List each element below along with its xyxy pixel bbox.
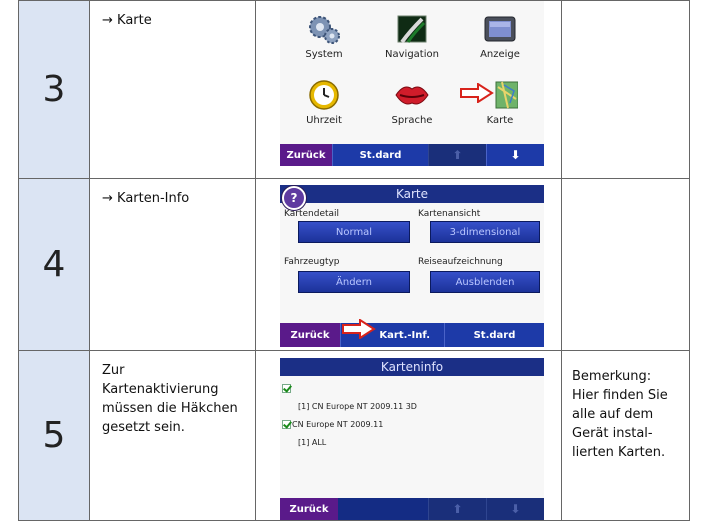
screen-title: Karte xyxy=(395,187,429,201)
note-text xyxy=(562,1,689,17)
step-row-4: 4 → Karten-Info Karte ? Kartendetail Nor… xyxy=(18,178,690,351)
back-button[interactable]: Zurück xyxy=(280,498,338,520)
gears-icon xyxy=(306,13,342,45)
scroll-down-button[interactable]: ⬇ xyxy=(486,144,544,166)
note-text: Bemerkung: Hier finden Sie alle auf dem … xyxy=(572,369,668,460)
step-description: Zur Kartenaktivierung müssen die Häkchen… xyxy=(89,350,256,521)
step-description: → Karten-Info xyxy=(89,178,256,351)
tile-navigation[interactable]: Navigation xyxy=(368,13,456,60)
tile-label: Anzeige xyxy=(480,49,520,60)
step-row-5: 5 Zur Kartenaktivierung müssen die Häkch… xyxy=(18,350,690,521)
note-cell xyxy=(561,0,690,179)
bottom-toolbar: Zurück St.dard ⬆ ⬇ xyxy=(280,144,544,166)
reiseaufzeichnung-button[interactable]: Ausblenden xyxy=(430,271,540,293)
step-number: 4 xyxy=(18,178,90,351)
field-label: Kartenansicht xyxy=(418,209,481,219)
screen-title: Karteninfo xyxy=(380,360,444,374)
settings-grid: System Navigation Anzeige Uhrzeit Sprach… xyxy=(280,1,544,147)
note-text xyxy=(562,179,689,195)
arrow-down-icon: ⬇ xyxy=(510,148,521,162)
tile-anzeige[interactable]: Anzeige xyxy=(456,13,544,60)
note-cell xyxy=(561,178,690,351)
kartendetail-button[interactable]: Normal xyxy=(298,221,410,243)
map-entry: CN Europe NT 2009.11 xyxy=(292,420,384,429)
map-entry: [1] ALL xyxy=(298,438,327,447)
spacer xyxy=(338,498,428,520)
field-label: Reiseaufzeichnung xyxy=(418,257,503,267)
screenshot-cell: Karteninfo [1] CN Europe NT 2009.11 3D C… xyxy=(255,350,562,521)
step-number: 3 xyxy=(18,0,90,179)
back-button[interactable]: Zurück xyxy=(280,144,332,166)
pointer-arrow-icon xyxy=(342,318,376,343)
road-icon xyxy=(394,13,430,45)
tile-label: Uhrzeit xyxy=(306,115,342,126)
device-screen-karte: Karte ? Kartendetail Normal Kartenansich… xyxy=(280,185,544,347)
standard-button[interactable]: St.dard xyxy=(444,323,544,347)
map-checkbox[interactable] xyxy=(282,384,291,393)
bottom-toolbar: Zurück Kart.-Inf. St.dard xyxy=(280,323,544,347)
device-screen-karteninfo: Karteninfo [1] CN Europe NT 2009.11 3D C… xyxy=(280,358,544,520)
step-text: Zur Kartenaktivierung müssen die Häkchen… xyxy=(102,363,238,435)
kartenansicht-button[interactable]: 3-dimensional xyxy=(430,221,540,243)
bottom-toolbar: Zurück ⬆ ⬇ xyxy=(280,498,544,520)
step-text: → Karten-Info xyxy=(102,191,190,206)
monitor-icon xyxy=(482,13,518,45)
screenshot-cell: Karte ? Kartendetail Normal Kartenansich… xyxy=(255,178,562,351)
screen-title-bar: Karteninfo xyxy=(280,358,544,376)
clock-icon xyxy=(306,79,342,111)
tile-sprache[interactable]: Sprache xyxy=(368,79,456,126)
standard-button[interactable]: St.dard xyxy=(332,144,428,166)
tile-system[interactable]: System xyxy=(280,13,368,60)
step-text: → Karte xyxy=(102,13,152,28)
arrow-down-icon: ⬇ xyxy=(510,502,521,516)
pointer-arrow-icon xyxy=(460,82,494,107)
step-row-3: 3 → Karte System Navigation Anzeige Uhrz… xyxy=(18,0,690,179)
map-checkbox[interactable] xyxy=(282,420,291,429)
note-cell: Bemerkung: Hier finden Sie alle auf dem … xyxy=(561,350,690,521)
tile-label: Karte xyxy=(486,115,514,126)
tile-label: Navigation xyxy=(385,49,439,60)
step-description: → Karte xyxy=(89,0,256,179)
screenshot-cell: System Navigation Anzeige Uhrzeit Sprach… xyxy=(255,0,562,179)
arrow-up-icon: ⬆ xyxy=(452,502,463,516)
instruction-table: 3 → Karte System Navigation Anzeige Uhrz… xyxy=(18,0,690,521)
help-icon[interactable]: ? xyxy=(282,186,306,210)
tile-label: System xyxy=(305,49,343,60)
fahrzeugtyp-button[interactable]: Ändern xyxy=(298,271,410,293)
device-screen-settings: System Navigation Anzeige Uhrzeit Sprach… xyxy=(280,1,544,166)
field-label: Fahrzeugtyp xyxy=(284,257,340,267)
screen-title-bar: Karte xyxy=(280,185,544,203)
scroll-up-button[interactable]: ⬆ xyxy=(428,144,486,166)
lips-icon xyxy=(394,79,430,111)
map-entry: [1] CN Europe NT 2009.11 3D xyxy=(298,402,417,411)
scroll-up-button[interactable]: ⬆ xyxy=(428,498,486,520)
step-number: 5 xyxy=(18,350,90,521)
tile-label: Sprache xyxy=(391,115,433,126)
back-button[interactable]: Zurück xyxy=(280,323,340,347)
scroll-down-button[interactable]: ⬇ xyxy=(486,498,544,520)
field-label: Kartendetail xyxy=(284,209,340,219)
tile-uhrzeit[interactable]: Uhrzeit xyxy=(280,79,368,126)
arrow-up-icon: ⬆ xyxy=(452,148,463,162)
